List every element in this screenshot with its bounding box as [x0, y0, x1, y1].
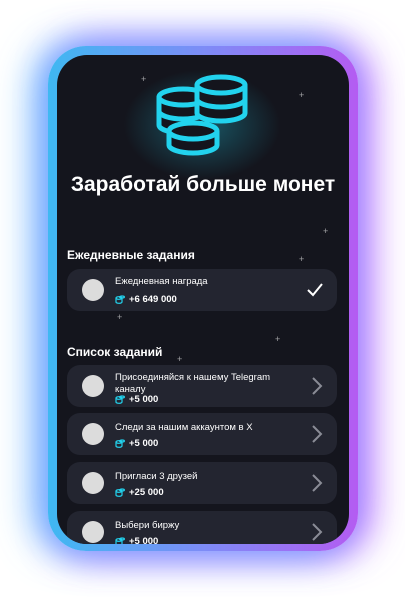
- task-label: Ежедневная награда: [115, 276, 208, 287]
- coin-icon: [115, 394, 125, 404]
- coin-icon: [115, 487, 125, 497]
- daily-tasks-heading: Ежедневные задания: [67, 248, 195, 262]
- task-avatar: [82, 279, 104, 301]
- daily-reward-task[interactable]: Ежедневная награда +6 649 000: [67, 269, 337, 311]
- checkmark-icon: [307, 283, 323, 297]
- coin-icon: [115, 536, 125, 544]
- task-label: Присоединяйся к нашему Telegram каналу: [115, 372, 271, 395]
- chevron-right-icon: [312, 474, 323, 492]
- page-title: Заработай больше монет: [70, 173, 336, 196]
- coin-stack-icon: [156, 74, 248, 156]
- task-reward: +5 000: [115, 438, 158, 449]
- coin-icon: [115, 294, 125, 304]
- task-label: Пригласи 3 друзей: [115, 471, 198, 482]
- task-avatar: [82, 375, 104, 397]
- task-reward-amount: +5 000: [129, 438, 159, 449]
- chevron-right-icon: [312, 377, 323, 395]
- task-invite-friends[interactable]: Пригласи 3 друзей +25 000: [67, 462, 337, 504]
- star-icon: +: [177, 354, 183, 364]
- chevron-right-icon: [312, 425, 323, 443]
- task-avatar: [82, 472, 104, 494]
- task-telegram[interactable]: Присоединяйся к нашему Telegram каналу +…: [67, 365, 337, 407]
- task-reward-amount: +25 000: [129, 487, 164, 498]
- star-icon: +: [323, 226, 329, 236]
- task-reward: +25 000: [115, 487, 164, 498]
- chevron-right-icon: [312, 523, 323, 541]
- task-follow-x[interactable]: Следи за нашим аккаунтом в X +5 000: [67, 413, 337, 455]
- coin-icon: [115, 438, 125, 448]
- task-avatar: [82, 423, 104, 445]
- app-screen: + + + + + + + + + + + Заработай больше м…: [57, 55, 349, 544]
- star-icon: +: [299, 90, 305, 100]
- star-icon: +: [299, 254, 305, 264]
- task-reward: +5 000: [115, 394, 158, 405]
- task-avatar: [82, 521, 104, 543]
- task-reward-amount: +5 000: [129, 394, 159, 405]
- task-reward-amount: +6 649 000: [129, 294, 177, 305]
- task-choose-exchange[interactable]: Выбери биржу +5 000: [67, 511, 337, 544]
- star-icon: +: [117, 312, 123, 322]
- task-list-heading: Список заданий: [67, 345, 163, 359]
- task-label: Выбери биржу: [115, 520, 180, 531]
- task-reward: +6 649 000: [115, 294, 177, 305]
- task-label: Следи за нашим аккаунтом в X: [115, 422, 253, 433]
- star-icon: +: [275, 334, 281, 344]
- task-reward: +5 000: [115, 536, 158, 544]
- task-reward-amount: +5 000: [129, 536, 159, 544]
